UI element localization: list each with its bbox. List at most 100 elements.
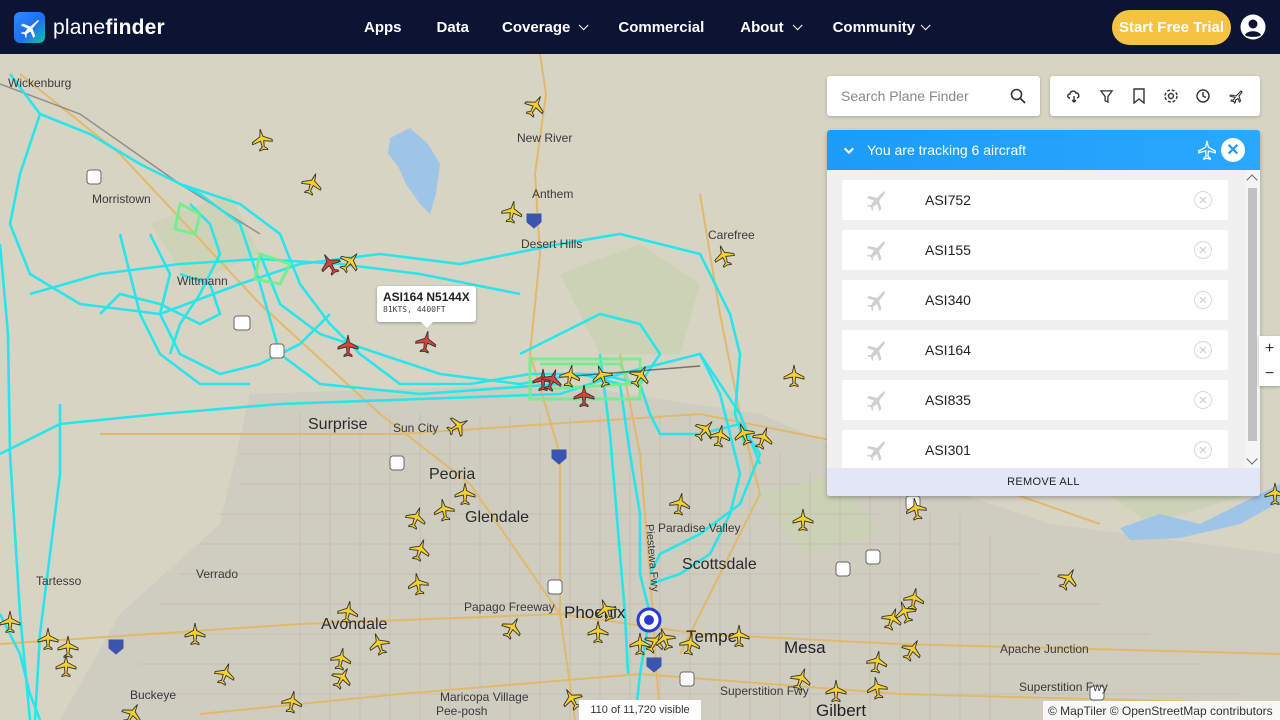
aircraft-callsign: ASI752: [925, 192, 971, 208]
list-scrollbar[interactable]: [1245, 170, 1260, 468]
logo-text-plane: plane: [53, 15, 106, 39]
aircraft-callsign: ASI301: [925, 442, 971, 458]
aircraft-marker[interactable]: [727, 624, 751, 648]
tracking-title: You are tracking 6 aircraft: [867, 142, 1027, 158]
map-label-apache-junction: Apache Junction: [1000, 642, 1089, 656]
remove-aircraft-button[interactable]: ✕: [1194, 241, 1212, 259]
tracked-aircraft-list: ASI752 ✕ ASI155 ✕ ASI340 ✕ ASI164 ✕ ASI835 ✕ ASI30…: [827, 170, 1245, 468]
aircraft-marker[interactable]: [782, 364, 806, 388]
nav-community-label: Community: [832, 18, 916, 36]
nav-commercial[interactable]: Commercial: [618, 19, 704, 36]
aircraft-marker[interactable]: [902, 495, 930, 523]
tracked-aircraft-row[interactable]: ASI340 ✕: [842, 280, 1228, 320]
zoom-out-button[interactable]: −: [1259, 361, 1280, 386]
search-icon[interactable]: [1010, 88, 1026, 104]
logo-icon: [14, 12, 45, 43]
map-label-gilbert: Gilbert: [816, 701, 867, 720]
history-icon[interactable]: [1193, 86, 1213, 106]
aircraft-marker[interactable]: [863, 648, 891, 676]
aircraft-marker[interactable]: [0, 610, 22, 634]
airplane-icon: [1198, 140, 1216, 161]
airplane-icon: [867, 291, 885, 311]
scroll-down-icon[interactable]: [1246, 453, 1258, 465]
tracked-aircraft-row[interactable]: ASI835 ✕: [842, 380, 1228, 420]
tracked-aircraft-marker[interactable]: [412, 328, 440, 356]
tracking-panel: You are tracking 6 aircraft ✕ ASI752 ✕ ASI…: [827, 130, 1260, 496]
nav-coverage[interactable]: Coverage: [502, 19, 589, 36]
tracked-aircraft-row[interactable]: ASI752 ✕: [842, 180, 1228, 220]
remove-aircraft-button[interactable]: ✕: [1194, 291, 1212, 309]
aircraft-marker[interactable]: [863, 674, 891, 702]
nav-about[interactable]: About: [740, 18, 803, 36]
remove-all-button[interactable]: REMOVE ALL: [827, 468, 1260, 496]
remove-aircraft-button[interactable]: ✕: [1194, 441, 1212, 459]
search-input[interactable]: [841, 88, 1001, 104]
aircraft-marker[interactable]: [248, 126, 276, 154]
aircraft-marker[interactable]: [556, 362, 584, 390]
map-label-pee-posh: Pee-posh: [436, 704, 488, 718]
map-label-surprise: Surprise: [308, 416, 368, 433]
aircraft-marker[interactable]: [453, 482, 477, 506]
remove-aircraft-button[interactable]: ✕: [1194, 391, 1212, 409]
map-label-verrado: Verrado: [196, 567, 239, 581]
map-label-superstition-fwy-east: Superstition Fwy: [1019, 680, 1108, 694]
aircraft-marker[interactable]: [54, 654, 78, 678]
zoom-control: + −: [1259, 336, 1280, 386]
scrollbar-thumb[interactable]: [1248, 188, 1257, 441]
user-account-icon[interactable]: [1240, 14, 1266, 40]
map-label-mesa: Mesa: [784, 638, 826, 657]
nav-apps[interactable]: Apps: [364, 19, 402, 36]
search-box[interactable]: [827, 76, 1040, 116]
map-label-sun-city: Sun City: [393, 421, 439, 435]
aircraft-marker[interactable]: [404, 570, 432, 598]
tracked-aircraft-row[interactable]: ASI301 ✕: [842, 430, 1228, 468]
aircraft-marker[interactable]: [430, 496, 458, 524]
planefinder-logo[interactable]: planefinder: [14, 12, 165, 43]
aircraft-marker[interactable]: [676, 630, 704, 658]
remove-aircraft-button[interactable]: ✕: [1194, 341, 1212, 359]
filter-icon[interactable]: [1096, 86, 1116, 106]
aircraft-marker[interactable]: [278, 688, 306, 716]
visible-aircraft-count: 110 of 11,720 visible: [579, 700, 701, 720]
tracked-aircraft-row[interactable]: ASI155 ✕: [842, 230, 1228, 270]
nav-about-label: About: [740, 18, 784, 36]
zoom-in-button[interactable]: +: [1259, 336, 1280, 361]
callout-title: ASI164 N5144X: [383, 290, 470, 304]
tracking-panel-header: You are tracking 6 aircraft ✕: [827, 130, 1260, 170]
close-tracking-button[interactable]: ✕: [1221, 138, 1245, 162]
remove-aircraft-button[interactable]: ✕: [1194, 191, 1212, 209]
aircraft-callsign: ASI155: [925, 242, 971, 258]
nav-community[interactable]: Community: [832, 18, 931, 36]
main-nav: Apps Data Coverage Commercial About Comm…: [364, 0, 931, 54]
map-attribution[interactable]: © MapTiler © OpenStreetMap contributors: [1043, 701, 1280, 720]
settings-icon[interactable]: [1161, 86, 1181, 106]
aircraft-marker[interactable]: [498, 198, 526, 226]
nav-data-label: Data: [436, 18, 470, 36]
ar-plane-icon[interactable]: [1226, 86, 1246, 106]
nav-commercial-label: Commercial: [618, 18, 705, 36]
nav-data[interactable]: Data: [437, 19, 470, 36]
tracked-aircraft-row[interactable]: ASI164 ✕: [842, 330, 1228, 370]
aircraft-marker[interactable]: [824, 679, 848, 703]
weather-icon[interactable]: [1064, 86, 1084, 106]
aircraft-callsign: ASI340: [925, 292, 971, 308]
map-label-maricopa-village: Maricopa Village: [440, 690, 529, 704]
chevron-down-icon: [920, 19, 931, 30]
aircraft-marker[interactable]: [1263, 482, 1280, 506]
aircraft-marker[interactable]: [666, 490, 694, 518]
scroll-up-icon[interactable]: [1246, 174, 1258, 186]
map-label-anthem: Anthem: [532, 187, 574, 201]
collapse-panel-button[interactable]: [827, 130, 867, 170]
bookmark-icon[interactable]: [1129, 86, 1149, 106]
map-label-tartesso: Tartesso: [36, 574, 82, 588]
tracked-aircraft-marker[interactable]: [336, 334, 360, 358]
aircraft-marker[interactable]: [183, 622, 207, 646]
aircraft-marker[interactable]: [334, 598, 362, 626]
airplane-icon: [867, 391, 885, 411]
aircraft-callout[interactable]: ASI164 N5144X 81KTS, 4400FT: [377, 286, 476, 328]
aircraft-marker[interactable]: [791, 508, 815, 532]
aircraft-marker[interactable]: [900, 585, 928, 613]
start-free-trial-button[interactable]: Start Free Trial: [1112, 10, 1231, 45]
nav-apps-label: Apps: [364, 18, 402, 36]
chevron-down-icon: [792, 19, 803, 30]
